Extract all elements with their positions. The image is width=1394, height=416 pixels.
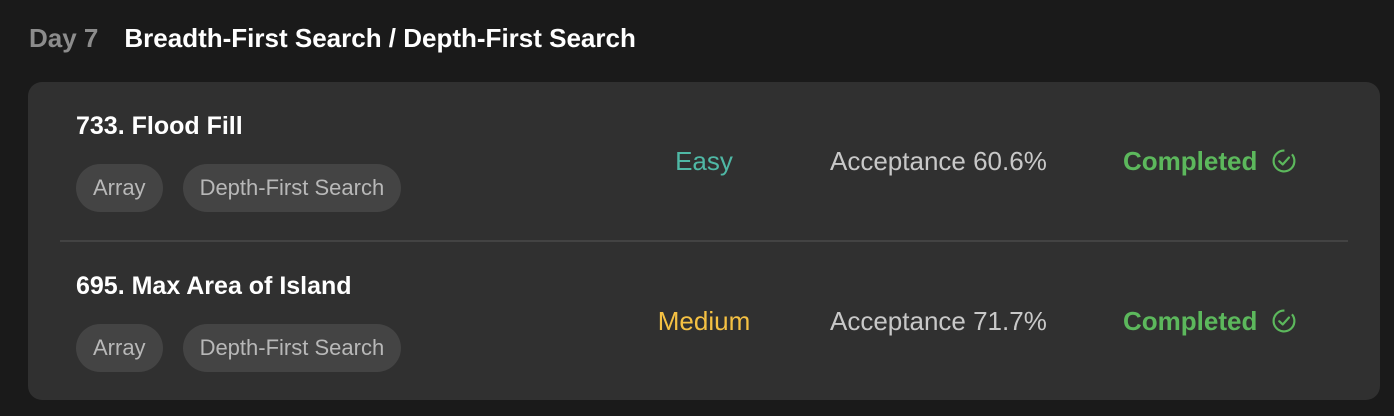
day-header: Day 7 Breadth-First Search / Depth-First… bbox=[29, 20, 636, 56]
problem-tags: Array Depth-First Search bbox=[76, 164, 402, 212]
problem-row[interactable]: 695. Max Area of Island Array Depth-Firs… bbox=[28, 242, 1380, 402]
acceptance-rate: Acceptance 60.6% bbox=[830, 146, 1047, 176]
tag-chip[interactable]: Array bbox=[76, 164, 163, 212]
difficulty-label: Medium bbox=[657, 306, 751, 336]
tag-chip[interactable]: Depth-First Search bbox=[182, 164, 402, 212]
status-badge: Completed bbox=[1123, 144, 1297, 178]
status-label: Completed bbox=[1123, 305, 1258, 336]
problem-title-link[interactable]: 733. Flood Fill bbox=[76, 112, 243, 141]
tag-chip[interactable]: Array bbox=[76, 324, 163, 372]
day-label: Day 7 bbox=[29, 22, 99, 53]
problem-row[interactable]: 733. Flood Fill Array Depth-First Search… bbox=[28, 82, 1380, 242]
study-plan-day-section: Day 7 Breadth-First Search / Depth-First… bbox=[0, 0, 1394, 416]
status-badge: Completed bbox=[1123, 304, 1297, 338]
check-circle-icon bbox=[1272, 149, 1296, 173]
problem-tags: Array Depth-First Search bbox=[76, 324, 402, 372]
problem-title-link[interactable]: 695. Max Area of Island bbox=[76, 272, 352, 301]
status-label: Completed bbox=[1123, 145, 1258, 176]
check-circle-icon bbox=[1272, 309, 1296, 333]
problem-list-card: 733. Flood Fill Array Depth-First Search… bbox=[28, 82, 1380, 400]
section-title: Breadth-First Search / Depth-First Searc… bbox=[124, 22, 636, 53]
acceptance-rate: Acceptance 71.7% bbox=[830, 306, 1047, 336]
difficulty-label: Easy bbox=[675, 146, 733, 176]
tag-chip[interactable]: Depth-First Search bbox=[182, 324, 402, 372]
